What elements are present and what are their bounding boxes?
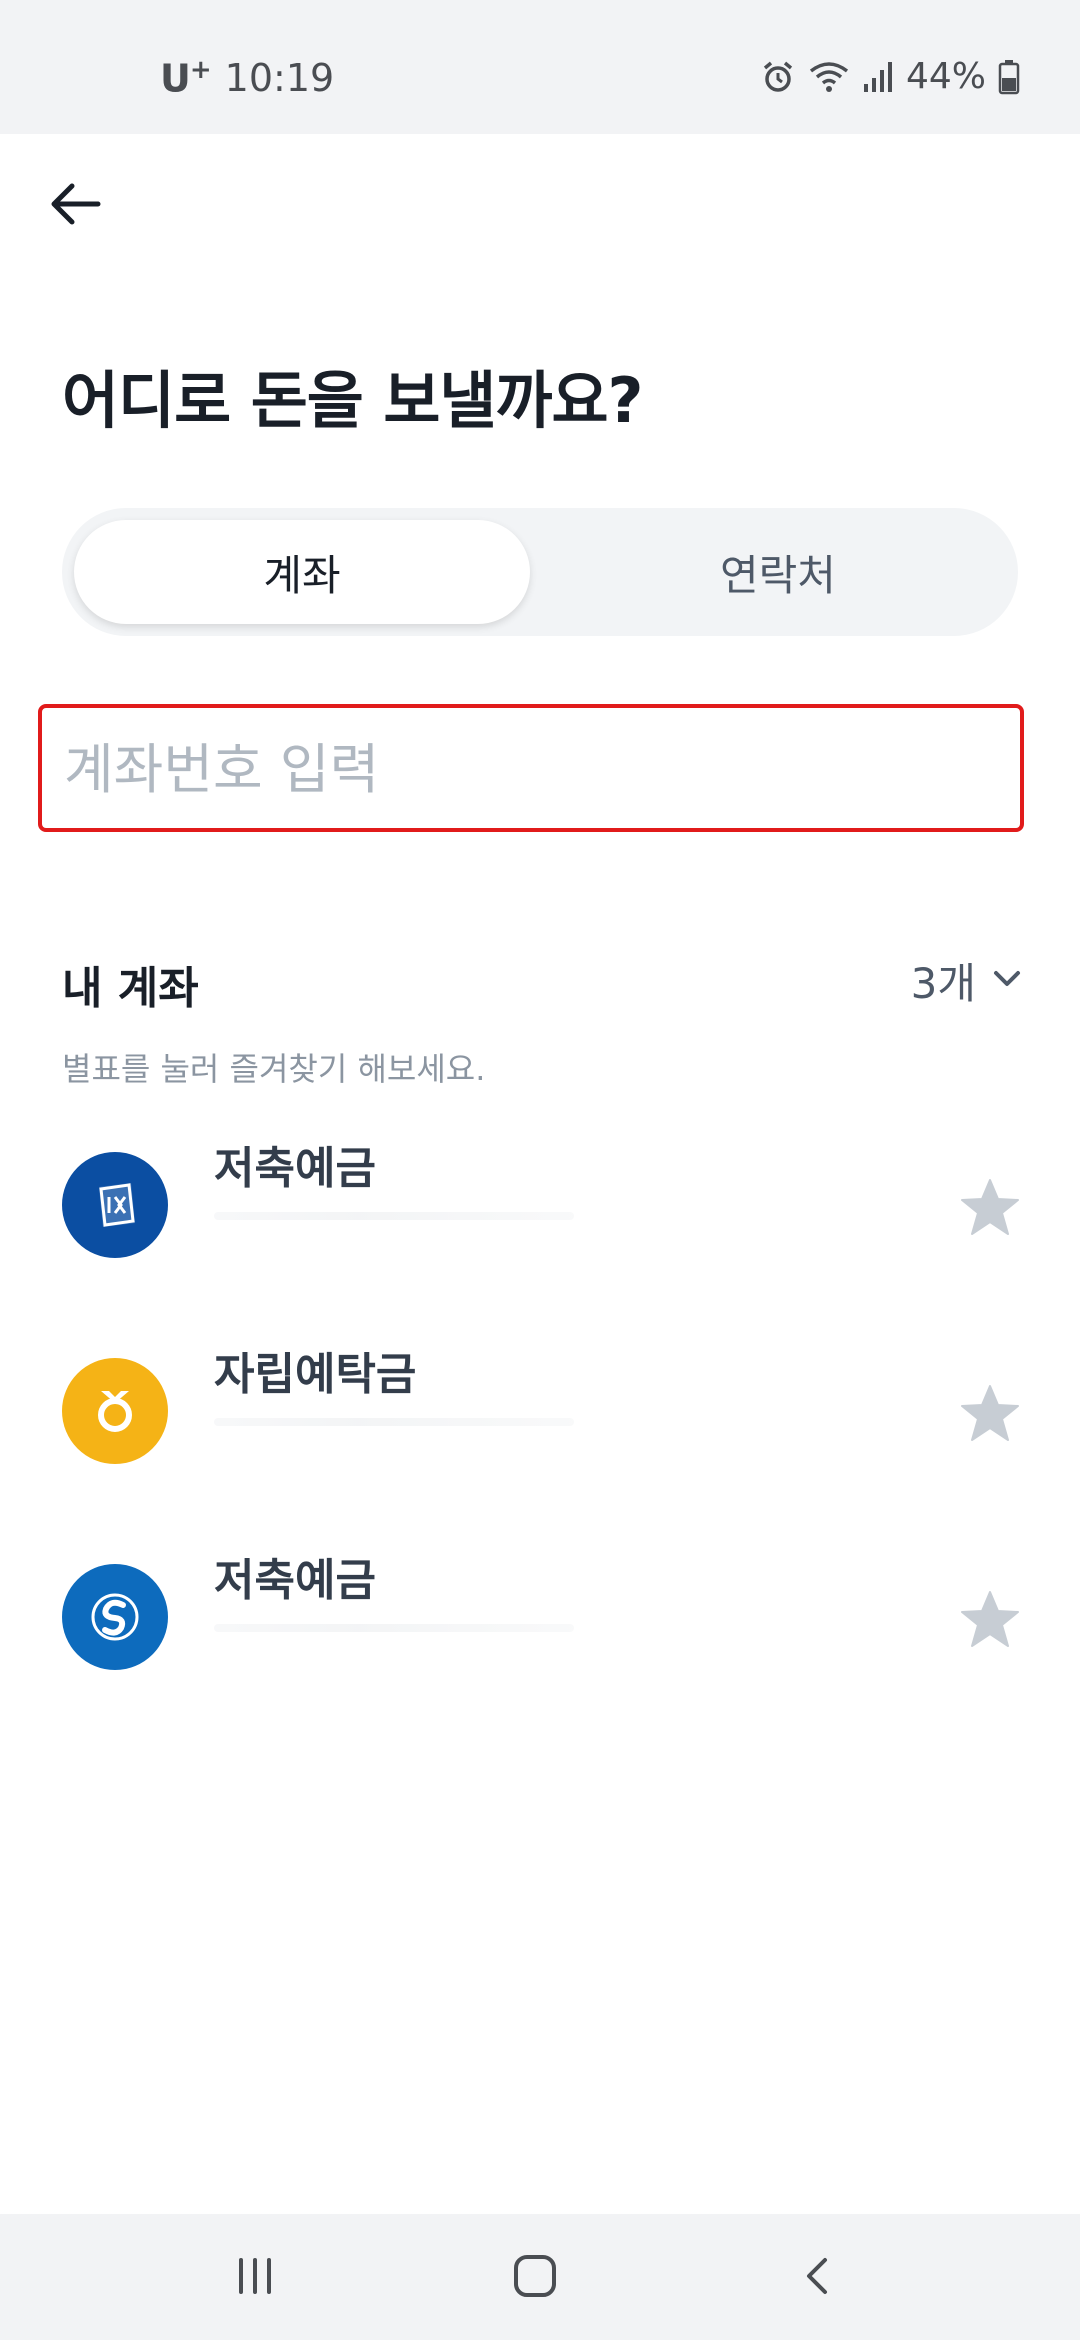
favorite-button[interactable] [952,1172,1028,1248]
account-item[interactable]: 저축예금 [0,1544,1080,1704]
account-name: 저축예금 [214,1555,376,1606]
account-item[interactable]: 저축예금 [0,1132,1080,1292]
star-icon [958,1588,1022,1656]
tab-contacts[interactable]: 연락처 [550,520,1006,624]
arrow-left-icon [46,174,106,238]
status-left: U+ 10:19 [160,55,334,101]
chevron-down-icon [990,956,1024,1005]
battery-icon [998,59,1020,95]
home-icon [511,2252,559,2304]
favorite-button[interactable] [952,1378,1028,1454]
alarm-icon [760,59,796,95]
status-right: 44% [760,56,1020,97]
carrier-label: U+ [160,55,212,101]
send-money-screen: U+ 10:19 44% 어디로 돈을 보낼까요? 계좌 연락처 계좌번호 입력… [0,0,1080,2340]
account-number-input[interactable] [62,708,996,830]
star-icon [958,1176,1022,1244]
star-icon [958,1382,1022,1450]
recent-apps-icon [233,2254,277,2302]
account-number-masked [214,1212,574,1220]
account-count-toggle[interactable]: 3개 [911,950,1024,1011]
account-item[interactable]: 자립예탁금 [0,1338,1080,1498]
my-accounts-title: 내 계좌 [62,963,199,1014]
account-number-masked [214,1418,574,1426]
signal-icon [862,60,894,94]
tab-account[interactable]: 계좌 [74,520,530,624]
system-back-button[interactable] [772,2238,862,2318]
status-time: 10:19 [224,55,335,100]
shinhan-bank-logo [62,1564,168,1670]
favorite-hint: 별표를 눌러 즐겨찾기 해보세요. [62,1050,486,1088]
favorite-button[interactable] [952,1584,1028,1660]
account-name: 저축예금 [214,1143,376,1194]
recipient-type-tabs: 계좌 연락처 [62,508,1018,636]
account-name: 자립예탁금 [214,1349,417,1400]
page-title: 어디로 돈을 보낼까요? [62,364,643,437]
battery-percent: 44% [905,56,986,97]
account-number-masked [214,1624,574,1632]
saemaeul-logo [62,1358,168,1464]
account-number-field [38,704,1024,832]
home-button[interactable] [490,2238,580,2318]
system-nav-bar [0,2214,1080,2340]
wifi-icon [808,59,850,95]
status-bar: U+ 10:19 44% [0,0,1080,134]
ibk-bank-logo [62,1152,168,1258]
back-button[interactable] [40,170,112,242]
recent-apps-button[interactable] [210,2238,300,2318]
back-icon [795,2254,839,2302]
account-count: 3개 [910,959,976,1008]
